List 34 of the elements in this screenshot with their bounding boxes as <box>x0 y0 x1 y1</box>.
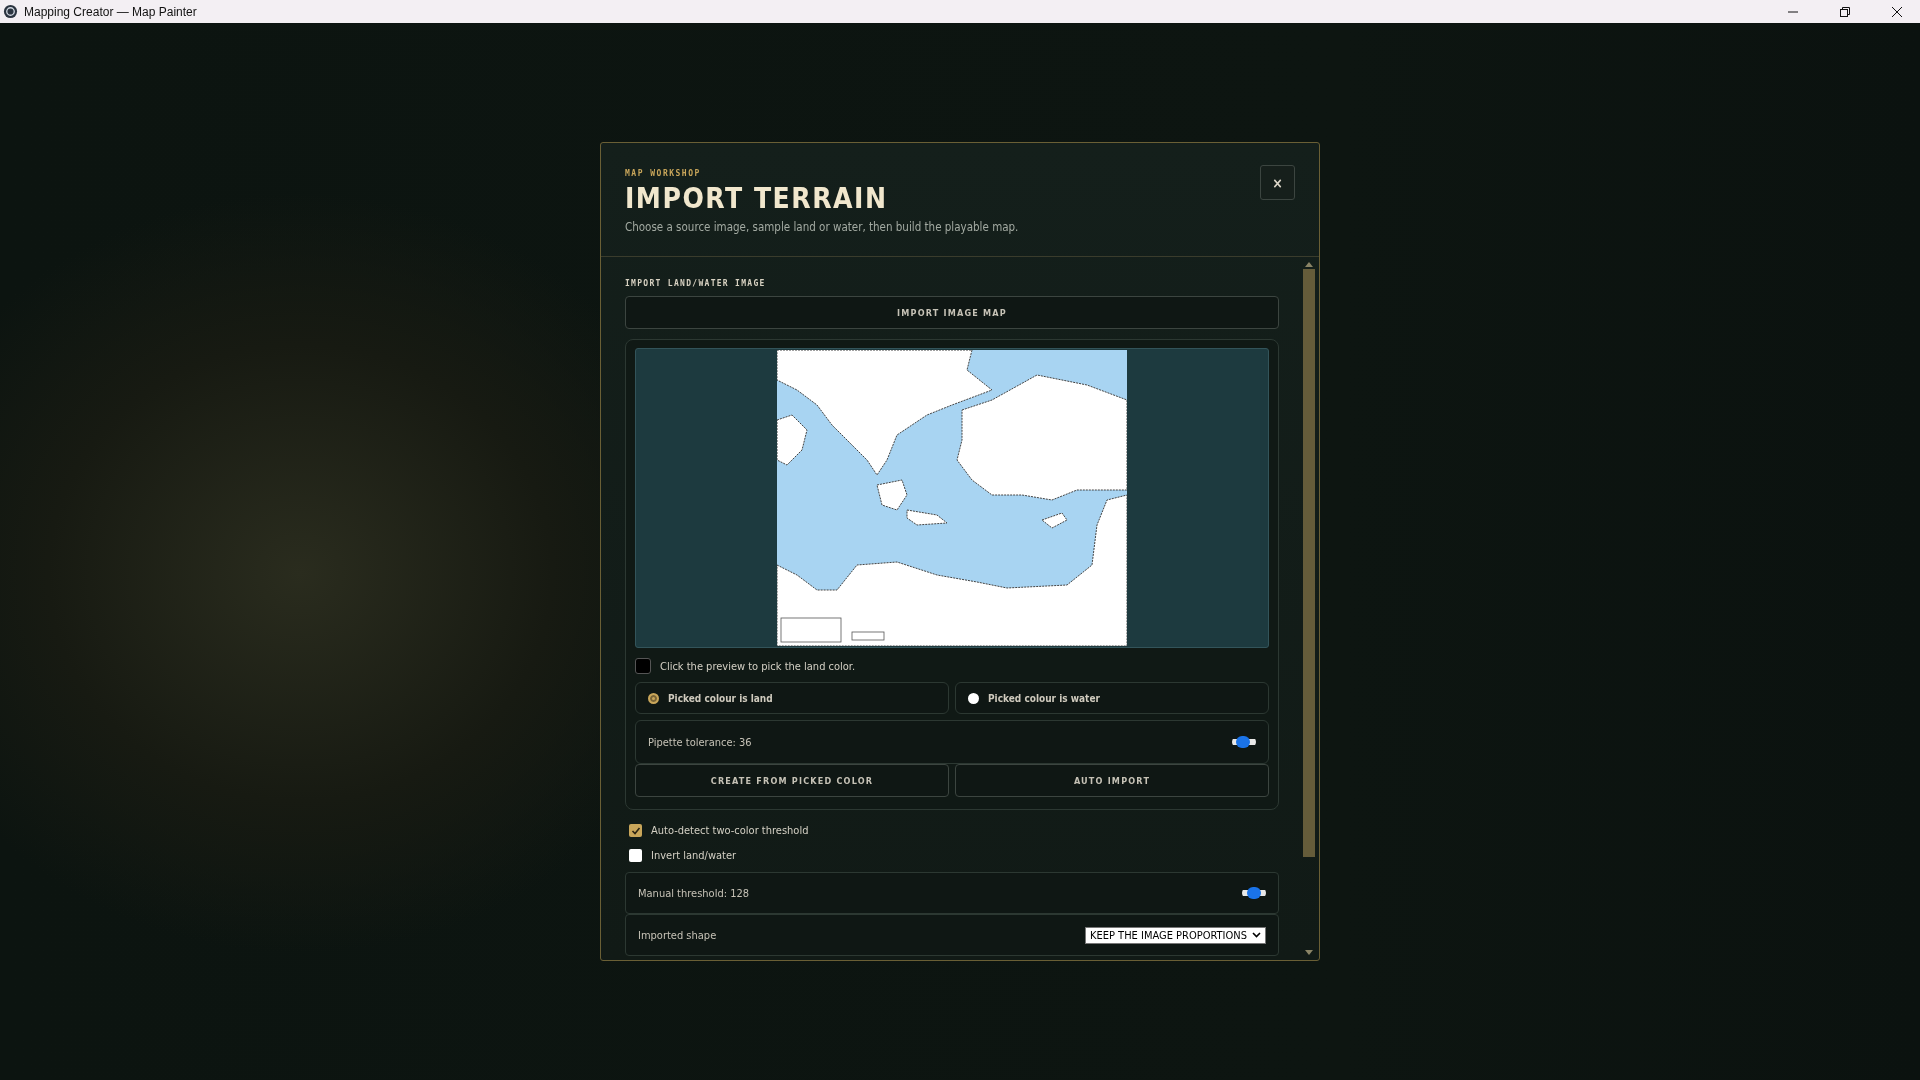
dialog-title: IMPORT TERRAIN <box>625 182 888 215</box>
action-button[interactable]: CREATE FROM PICKED COLOR <box>635 764 949 797</box>
import-image-button[interactable]: IMPORT IMAGE MAP <box>625 296 1279 329</box>
app-icon <box>3 4 18 19</box>
checkbox-label: Auto-detect two-color threshold <box>651 824 809 837</box>
checkbox-label: Invert land/water <box>651 849 737 862</box>
scroll-down-icon[interactable] <box>1305 950 1313 956</box>
restore-icon <box>1840 6 1850 17</box>
radio-option[interactable]: Picked colour is water <box>955 682 1269 714</box>
chevron-down-icon <box>1252 932 1261 938</box>
check-icon <box>630 825 641 836</box>
dialog-eyebrow: MAP WORKSHOP <box>625 169 702 178</box>
slider-thumb[interactable] <box>1247 887 1261 899</box>
close-button[interactable]: × <box>1260 165 1295 200</box>
window-title: Mapping Creator — Map Painter <box>24 4 198 19</box>
dialog-subtitle: Choose a source image, sample land or water, then build the playable map. <box>625 220 1020 234</box>
color-swatch[interactable] <box>635 658 651 674</box>
slider[interactable] <box>1232 736 1256 748</box>
scrollbar-thumb[interactable] <box>1303 269 1315 857</box>
image-preview[interactable] <box>635 348 1269 648</box>
dropdown[interactable]: KEEP THE IMAGE PROPORTIONS <box>1085 926 1266 944</box>
setting-label: Imported shape <box>638 928 717 942</box>
checkbox[interactable] <box>629 824 642 837</box>
action-button[interactable]: AUTO IMPORT <box>955 764 1269 797</box>
pick-hint-label: Click the preview to pick the land color. <box>660 659 856 673</box>
slider-thumb[interactable] <box>1235 736 1250 748</box>
section-label: IMPORT LAND/WATER IMAGE <box>625 279 767 288</box>
checkbox[interactable] <box>629 849 642 862</box>
scroll-up-icon[interactable] <box>1305 261 1313 267</box>
setting-label: Pipette tolerance: 36 <box>648 735 752 749</box>
close-icon <box>1892 6 1902 17</box>
radio-option[interactable]: Picked colour is land <box>635 682 949 714</box>
slider[interactable] <box>1242 887 1266 899</box>
setting-label: Manual threshold: 128 <box>638 886 750 900</box>
